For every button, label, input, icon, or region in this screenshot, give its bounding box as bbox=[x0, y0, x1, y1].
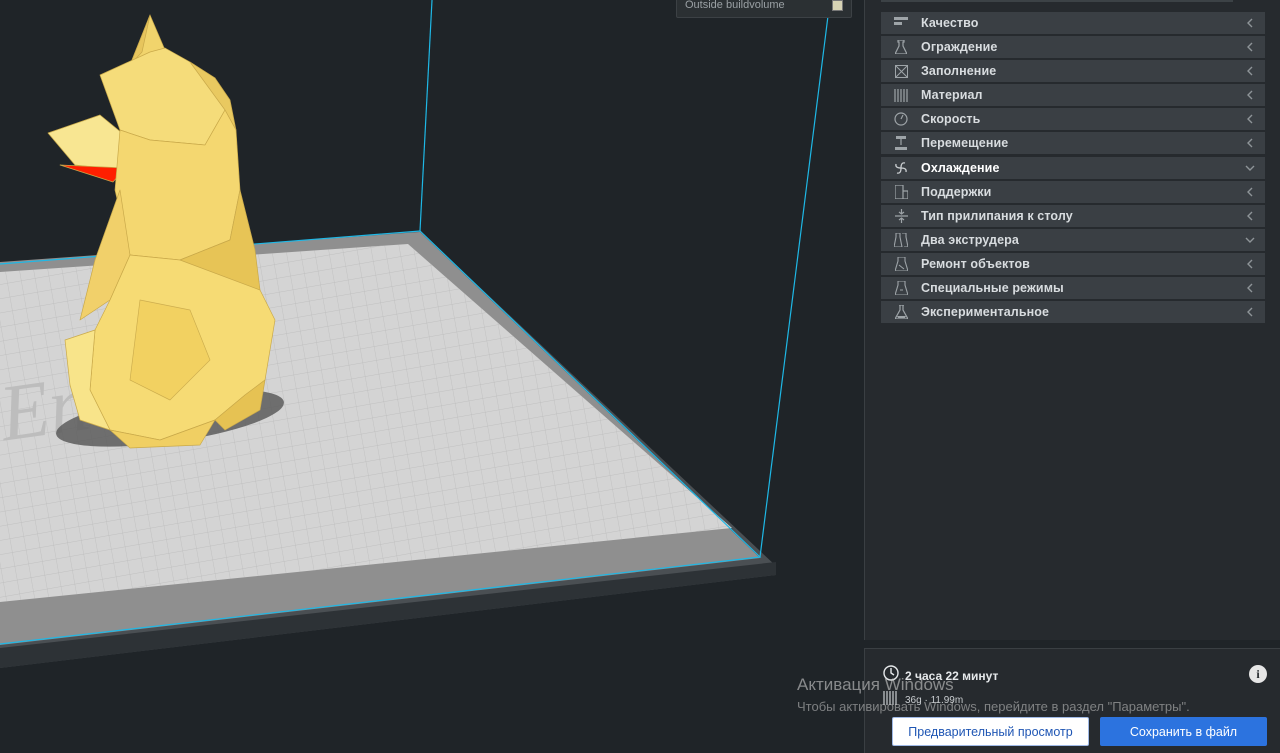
chevron-left-icon bbox=[1235, 66, 1265, 76]
chevron-left-icon bbox=[1235, 307, 1265, 317]
chevron-left-icon bbox=[1235, 90, 1265, 100]
adhesion-icon bbox=[881, 208, 921, 223]
category-special-modes[interactable]: Специальные режимы bbox=[881, 277, 1265, 300]
category-cooling[interactable]: Охлаждение bbox=[881, 156, 1265, 179]
chevron-left-icon bbox=[1235, 114, 1265, 124]
category-dual-extrusion[interactable]: Два экструдера bbox=[881, 228, 1265, 251]
category-label: Охлаждение bbox=[921, 160, 1000, 175]
experimental-icon bbox=[881, 305, 921, 320]
legend-outside-buildvolume: Outside buildvolume bbox=[676, 0, 852, 18]
category-label: Экспериментальное bbox=[921, 305, 1050, 320]
category-label: Ремонт объектов bbox=[921, 256, 1030, 271]
chevron-left-icon bbox=[1235, 138, 1265, 148]
category-label: Скорость bbox=[921, 112, 981, 127]
mesh-fix-icon bbox=[881, 256, 921, 271]
chevron-left-icon bbox=[1235, 42, 1265, 52]
support-icon bbox=[881, 184, 921, 199]
print-settings-panel: Качество Ограждение Заполнение Материал bbox=[864, 0, 1280, 640]
category-infill[interactable]: Заполнение bbox=[881, 60, 1265, 83]
category-speed[interactable]: Скорость bbox=[881, 108, 1265, 131]
scene-svg: Ender bbox=[0, 0, 864, 753]
legend-label: Outside buildvolume bbox=[685, 0, 785, 11]
material-icon bbox=[881, 88, 921, 102]
category-label: Качество bbox=[921, 16, 979, 30]
print-time-row: 2 часа 22 минут bbox=[883, 665, 998, 686]
category-support[interactable]: Поддержки bbox=[881, 180, 1265, 203]
print-time: 2 часа 22 минут bbox=[905, 668, 999, 683]
clock-icon bbox=[883, 665, 899, 686]
category-shell[interactable]: Ограждение bbox=[881, 36, 1265, 59]
category-label: Ограждение bbox=[921, 40, 998, 55]
category-label: Материал bbox=[921, 88, 983, 103]
chevron-left-icon bbox=[1235, 18, 1265, 28]
chevron-left-icon bbox=[1235, 211, 1265, 221]
fan-icon bbox=[881, 161, 921, 175]
material-usage-row: 36g · 11.99m bbox=[883, 691, 963, 710]
shell-icon bbox=[881, 40, 921, 55]
category-label: Заполнение bbox=[921, 64, 997, 79]
preview-button[interactable]: Предварительный просмотр bbox=[892, 717, 1089, 746]
infill-icon bbox=[881, 64, 921, 78]
category-material[interactable]: Материал bbox=[881, 84, 1265, 107]
save-to-file-button[interactable]: Сохранить в файл bbox=[1100, 717, 1267, 746]
chevron-left-icon bbox=[1235, 187, 1265, 197]
category-adhesion[interactable]: Тип прилипания к столу bbox=[881, 204, 1265, 227]
category-quality[interactable]: Качество bbox=[881, 12, 1265, 34]
speed-icon bbox=[881, 112, 921, 126]
chevron-left-icon bbox=[1235, 283, 1265, 293]
category-label: Тип прилипания к столу bbox=[921, 208, 1073, 223]
travel-icon bbox=[881, 136, 921, 151]
category-mesh-fixes[interactable]: Ремонт объектов bbox=[881, 252, 1265, 275]
category-label: Перемещение bbox=[921, 136, 1009, 151]
dual-extruder-icon bbox=[881, 232, 921, 247]
quality-icon bbox=[881, 17, 921, 29]
category-label: Специальные режимы bbox=[921, 281, 1064, 296]
info-icon[interactable]: i bbox=[1249, 665, 1267, 683]
chevron-down-icon bbox=[1235, 164, 1265, 172]
settings-category-list: Качество Ограждение Заполнение Материал bbox=[881, 12, 1265, 325]
spool-icon bbox=[883, 691, 897, 710]
category-travel[interactable]: Перемещение bbox=[881, 132, 1265, 155]
chevron-down-icon bbox=[1235, 236, 1265, 244]
special-modes-icon bbox=[881, 281, 921, 296]
category-label: Поддержки bbox=[921, 184, 992, 199]
legend-swatch bbox=[832, 0, 843, 11]
chevron-left-icon bbox=[1235, 259, 1265, 269]
category-experimental[interactable]: Экспериментальное bbox=[881, 301, 1265, 324]
3d-viewport[interactable]: Ender Outside buildvolume bbox=[0, 0, 864, 753]
material-usage: 36g · 11.99m bbox=[905, 695, 964, 706]
category-label: Два экструдера bbox=[921, 232, 1019, 247]
panel-top-divider bbox=[881, 0, 1233, 2]
